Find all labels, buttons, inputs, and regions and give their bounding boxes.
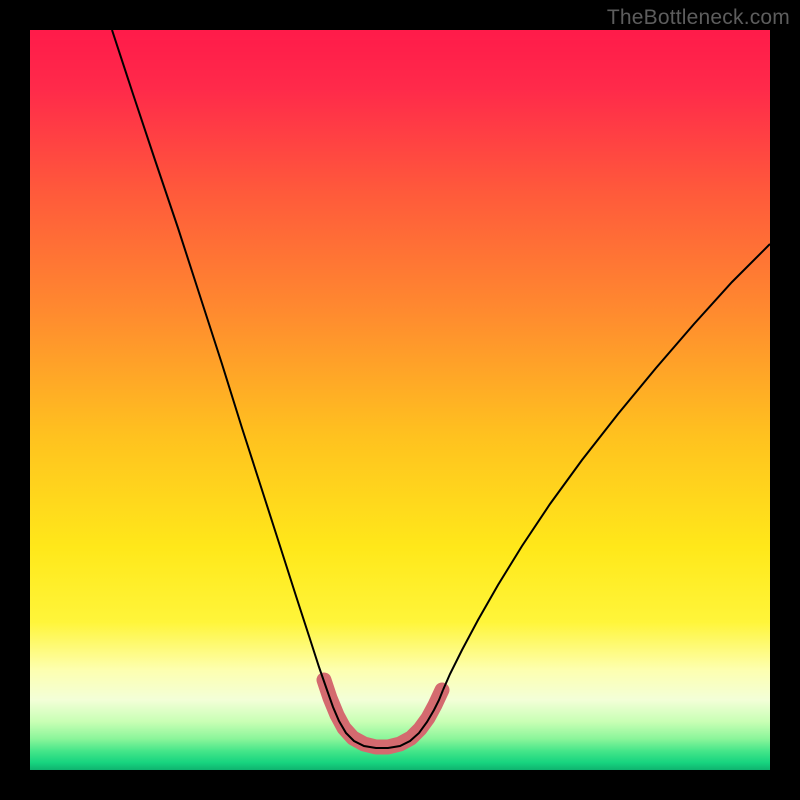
chart-frame: TheBottleneck.com	[0, 0, 800, 800]
valley-highlight-line	[324, 680, 442, 747]
left-arm-line	[112, 30, 443, 748]
curve-layer	[30, 30, 770, 770]
watermark-text: TheBottleneck.com	[607, 6, 790, 30]
right-arm-line	[443, 244, 770, 690]
plot-area	[30, 30, 770, 770]
